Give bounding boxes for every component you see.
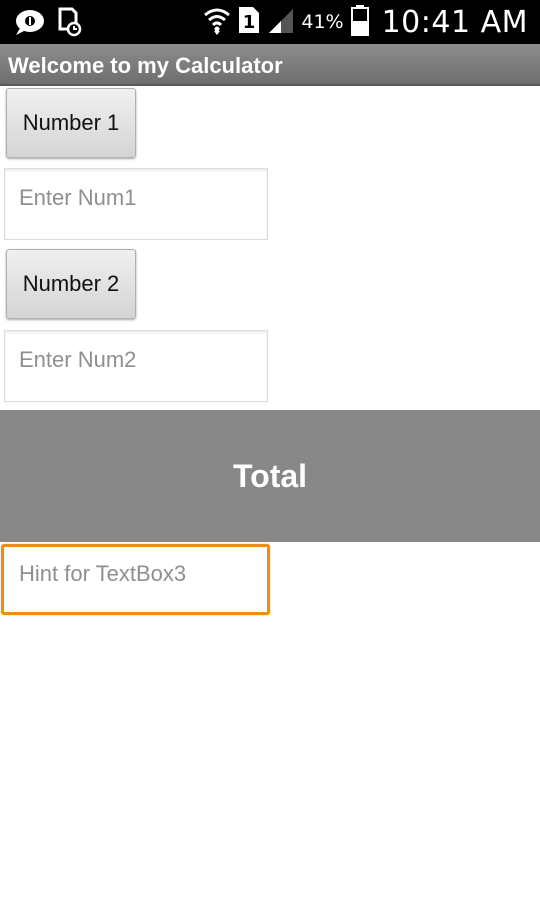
battery-icon (350, 4, 370, 41)
svg-text:1: 1 (243, 12, 256, 33)
status-bar: 1 41% 10:41 AM (0, 0, 540, 44)
sim-1-icon: 1 (237, 5, 261, 40)
signal-icon (267, 5, 295, 40)
result-textbox[interactable]: Hint for TextBox3 (1, 544, 270, 615)
clock: 10:41 AM (381, 4, 528, 40)
status-bar-right: 1 41% 10:41 AM (203, 4, 528, 40)
num1-placeholder: Enter Num1 (19, 185, 137, 210)
app-title: Welcome to my Calculator (8, 53, 283, 78)
number-1-button[interactable]: Number 1 (6, 88, 136, 158)
title-bar: Welcome to my Calculator (0, 44, 540, 86)
wifi-icon (203, 5, 231, 40)
status-bar-left (14, 7, 82, 42)
battery-percent: 41% (301, 11, 344, 33)
num2-input[interactable]: Enter Num2 (4, 330, 268, 402)
num1-input[interactable]: Enter Num1 (4, 168, 268, 240)
chat-bubble-icon (14, 8, 46, 41)
total-button[interactable]: Total (0, 410, 540, 542)
sd-card-icon (56, 7, 82, 42)
number-2-button[interactable]: Number 2 (6, 249, 136, 319)
num2-placeholder: Enter Num2 (19, 347, 137, 372)
result-placeholder: Hint for TextBox3 (19, 561, 187, 586)
